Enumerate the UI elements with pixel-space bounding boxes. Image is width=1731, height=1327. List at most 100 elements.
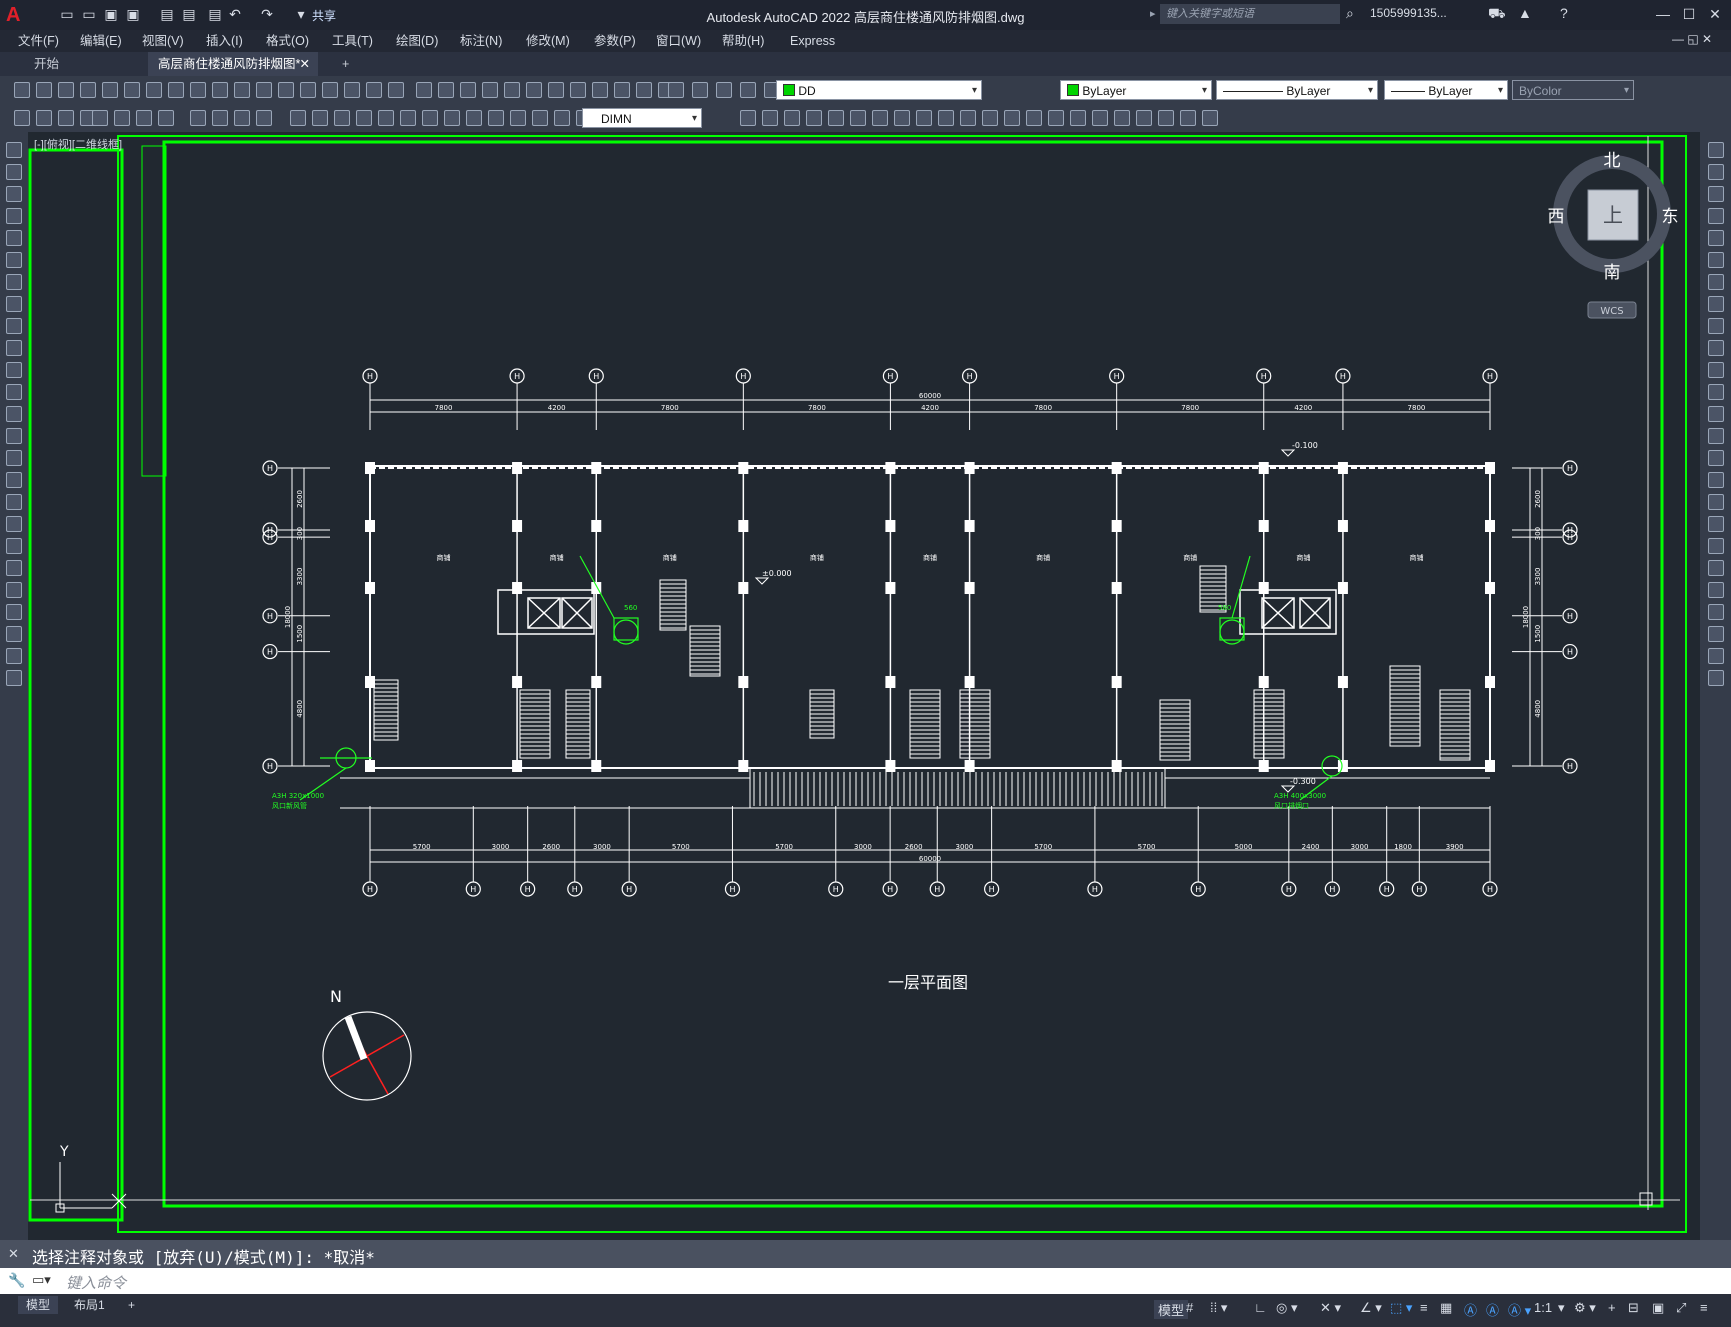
draw-tool-icon[interactable] [6, 604, 22, 620]
standard-tool-icon[interactable] [58, 82, 74, 98]
polar-icon[interactable]: ◎ ▾ [1276, 1300, 1297, 1316]
redo-icon[interactable]: ↷ [258, 5, 276, 23]
autoscale-icon[interactable]: Ⓐ [1486, 1300, 1499, 1319]
dimension-tool-icon[interactable] [982, 110, 998, 126]
standard-tool-icon[interactable] [740, 82, 756, 98]
dimension-tool-icon[interactable] [14, 110, 30, 126]
new-tab-button[interactable]: + [332, 52, 362, 76]
osnap-icon[interactable]: ✕ ▾ [1320, 1300, 1341, 1316]
color-dropdown[interactable]: ByLayer ▾ [1060, 80, 1212, 100]
doc-window-controls[interactable]: — ◱ ✕ [1672, 32, 1712, 46]
modify-tool-icon[interactable] [1708, 362, 1724, 378]
modify-tool-icon[interactable] [1708, 230, 1724, 246]
customize-qat-icon[interactable]: ▾ [292, 5, 310, 23]
standard-tool-icon[interactable] [212, 82, 228, 98]
standard-tool-icon[interactable] [504, 82, 520, 98]
draw-tool-icon[interactable] [6, 428, 22, 444]
drawing-canvas[interactable]: H H H H H H H H H H H H H H H H H H H H H H H H H H H H H H H H H H H H H… [28, 132, 1700, 1240]
dimstyle-dropdown[interactable]: DIMN ▾ [582, 108, 702, 128]
dimension-tool-icon[interactable] [1070, 110, 1086, 126]
standard-tool-icon[interactable] [256, 82, 272, 98]
draw-tool-icon[interactable] [6, 516, 22, 532]
standard-tool-icon[interactable] [366, 82, 382, 98]
modify-tool-icon[interactable] [1708, 274, 1724, 290]
dimension-tool-icon[interactable] [938, 110, 954, 126]
modify-tool-icon[interactable] [1708, 164, 1724, 180]
dimension-tool-icon[interactable] [488, 110, 504, 126]
modify-tool-icon[interactable] [1708, 494, 1724, 510]
modify-tool-icon[interactable] [1708, 340, 1724, 356]
draw-tool-icon[interactable] [6, 340, 22, 356]
menu-3[interactable]: 插入(I) [206, 30, 243, 52]
draw-tool-icon[interactable] [6, 626, 22, 642]
close-button[interactable]: ✕ [1702, 3, 1728, 25]
viewport-controls[interactable]: [-][俯视][二维线框] [34, 136, 122, 152]
standard-tool-icon[interactable] [36, 82, 52, 98]
recent-commands-icon[interactable]: ▭▾ [32, 1272, 51, 1288]
save-icon[interactable]: ▣ [102, 5, 120, 23]
dimension-tool-icon[interactable] [256, 110, 272, 126]
linetype-dropdown[interactable]: ByLayer ▾ [1216, 80, 1378, 100]
menu-4[interactable]: 格式(O) [266, 30, 309, 52]
dimension-tool-icon[interactable] [190, 110, 206, 126]
annotation-scale-value[interactable]: 1:1 [1534, 1300, 1552, 1315]
lineweight-icon[interactable]: ≡ [1420, 1300, 1428, 1315]
new-file-icon[interactable]: ▭ [58, 5, 76, 23]
dimension-tool-icon[interactable] [740, 110, 756, 126]
dimension-tool-icon[interactable] [1114, 110, 1130, 126]
standard-tool-icon[interactable] [14, 82, 30, 98]
dimension-tool-icon[interactable] [290, 110, 306, 126]
menu-12[interactable]: Express [790, 30, 835, 52]
standard-tool-icon[interactable] [234, 82, 250, 98]
standard-tool-icon[interactable] [482, 82, 498, 98]
standard-tool-icon[interactable] [344, 82, 360, 98]
annotation-scale-icon[interactable]: Ⓐ ▾ [1508, 1300, 1531, 1319]
standard-tool-icon[interactable] [668, 82, 684, 98]
minimize-button[interactable]: — [1650, 3, 1676, 25]
command-input[interactable] [0, 1268, 1731, 1294]
maximize-button[interactable]: ☐ [1676, 3, 1702, 25]
save-as-icon[interactable]: ▣ [124, 5, 142, 23]
modify-tool-icon[interactable] [1708, 142, 1724, 158]
user-account[interactable]: 1505999135... [1370, 6, 1447, 20]
autocad-logo-icon[interactable]: A [6, 4, 28, 26]
draw-tool-icon[interactable] [6, 450, 22, 466]
modify-tool-icon[interactable] [1708, 318, 1724, 334]
menu-6[interactable]: 绘图(D) [396, 30, 438, 52]
modify-tool-icon[interactable] [1708, 560, 1724, 576]
search-input[interactable]: 键入关键字或短语 [1160, 4, 1340, 24]
dimension-tool-icon[interactable] [356, 110, 372, 126]
wrench-icon[interactable]: 🔧 [8, 1272, 25, 1289]
draw-tool-icon[interactable] [6, 472, 22, 488]
modify-tool-icon[interactable] [1708, 252, 1724, 268]
dimension-tool-icon[interactable] [1004, 110, 1020, 126]
modify-tool-icon[interactable] [1708, 296, 1724, 312]
standard-tool-icon[interactable] [146, 82, 162, 98]
standard-tool-icon[interactable] [102, 82, 118, 98]
dimension-tool-icon[interactable] [444, 110, 460, 126]
menu-7[interactable]: 标注(N) [460, 30, 502, 52]
layout-tab-1[interactable]: 布局1 [66, 1296, 113, 1314]
dimension-tool-icon[interactable] [334, 110, 350, 126]
dimension-tool-icon[interactable] [400, 110, 416, 126]
modify-tool-icon[interactable] [1708, 582, 1724, 598]
otrack-icon[interactable]: ∠ ▾ [1360, 1300, 1382, 1316]
menu-2[interactable]: 视图(V) [142, 30, 184, 52]
standard-tool-icon[interactable] [190, 82, 206, 98]
modify-tool-icon[interactable] [1708, 450, 1724, 466]
standard-tool-icon[interactable] [716, 82, 732, 98]
dimension-tool-icon[interactable] [960, 110, 976, 126]
dimension-tool-icon[interactable] [1026, 110, 1042, 126]
dimension-tool-icon[interactable] [114, 110, 130, 126]
standard-tool-icon[interactable] [548, 82, 564, 98]
draw-tool-icon[interactable] [6, 494, 22, 510]
draw-tool-icon[interactable] [6, 648, 22, 664]
dimension-tool-icon[interactable] [212, 110, 228, 126]
standard-tool-icon[interactable] [692, 82, 708, 98]
open-file-icon[interactable]: ▭ [80, 5, 98, 23]
dimension-tool-icon[interactable] [234, 110, 250, 126]
plotstyle-dropdown[interactable]: ByColor ▾ [1512, 80, 1634, 100]
menu-9[interactable]: 参数(P) [594, 30, 636, 52]
standard-tool-icon[interactable] [322, 82, 338, 98]
standard-tool-icon[interactable] [636, 82, 652, 98]
